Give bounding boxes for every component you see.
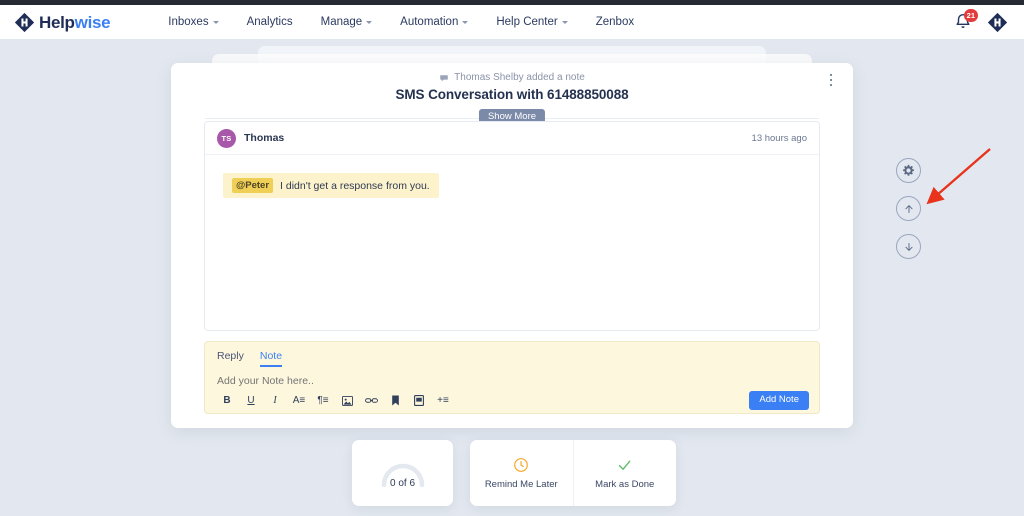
kebab-dot [829, 83, 833, 87]
bold-icon[interactable]: B [215, 391, 239, 411]
kebab-dot [829, 73, 833, 77]
chevron-down-icon [366, 21, 373, 24]
composer-toolbar: B U I A≡ ¶≡ +≡ Add Note [205, 388, 819, 413]
progress-card: 0 of 6 [352, 440, 453, 506]
next-conversation-button[interactable] [896, 234, 921, 259]
account-avatar[interactable] [987, 12, 1008, 33]
app-header: Helpwise Inboxes Analytics Manage Automa… [0, 5, 1024, 40]
conversation-header: Thomas Shelby added a note SMS Conversat… [171, 63, 853, 102]
nav-label-help-center: Help Center [496, 16, 558, 28]
conversation-card: Thomas Shelby added a note SMS Conversat… [171, 63, 853, 428]
conversation-menu-button[interactable] [823, 71, 839, 89]
arrow-up-icon [904, 204, 913, 213]
tab-note[interactable]: Note [259, 350, 283, 367]
arrow-down-icon [904, 242, 913, 251]
saved-reply-icon[interactable] [407, 391, 431, 411]
bookmark-icon[interactable] [383, 391, 407, 411]
chevron-down-icon [462, 21, 469, 24]
nav-item-manage[interactable]: Manage [307, 10, 387, 34]
conversation-stage: Thomas Shelby added a note SMS Conversat… [0, 40, 1024, 516]
side-rail [896, 158, 921, 259]
brand-wordmark: Helpwise [39, 12, 111, 32]
message-author: Thomas [244, 132, 285, 144]
font-size-icon[interactable]: A≡ [287, 391, 311, 411]
nav-label-automation: Automation [400, 16, 459, 28]
clock-icon [514, 457, 529, 472]
nav-item-automation[interactable]: Automation [386, 10, 482, 34]
nav-label-manage: Manage [320, 16, 363, 28]
nav-label-inboxes: Inboxes [168, 16, 209, 28]
note-bubble: @Peter I didn't get a response from you. [223, 173, 439, 199]
header-actions: 21 [953, 9, 1008, 33]
remind-me-later-label: Remind Me Later [484, 478, 558, 490]
notification-badge: 21 [963, 9, 978, 22]
kebab-dot [829, 78, 833, 82]
check-icon [619, 460, 631, 470]
conversation-title: SMS Conversation with 61488850088 [395, 87, 629, 102]
insert-image-icon[interactable] [335, 391, 359, 411]
message-pane: TS Thomas 13 hours ago @Peter I didn't g… [204, 121, 820, 331]
message-timestamp: 13 hours ago [751, 132, 807, 144]
settings-gear-button[interactable] [896, 158, 921, 183]
insert-link-icon[interactable] [359, 391, 383, 411]
message-header: TS Thomas 13 hours ago [205, 122, 819, 155]
add-note-button[interactable]: Add Note [749, 391, 809, 410]
brand-logo[interactable]: Helpwise [14, 12, 111, 33]
paragraph-icon[interactable]: ¶≡ [311, 391, 335, 411]
nav-item-analytics[interactable]: Analytics [233, 10, 307, 34]
progress-label: 0 of 6 [389, 478, 416, 489]
note-text: I didn't get a response from you. [280, 179, 430, 192]
brand-word-accent: wise [74, 12, 111, 32]
nav-label-zenbox: Zenbox [595, 16, 635, 28]
tab-reply[interactable]: Reply [217, 350, 244, 368]
chevron-down-icon [561, 21, 568, 24]
comment-icon [440, 74, 448, 81]
remind-me-later-button[interactable]: Remind Me Later [470, 440, 573, 506]
nav-label-analytics: Analytics [246, 16, 293, 28]
brand-word-dark: Help [39, 12, 75, 32]
note-input[interactable] [205, 367, 819, 387]
bottom-actions-row: 0 of 6 Remind Me Later Mark as Done [352, 440, 676, 506]
avatar: TS [217, 128, 236, 148]
browser-chrome-strip [0, 0, 1024, 5]
chevron-down-icon [212, 21, 219, 24]
add-more-icon[interactable]: +≡ [431, 391, 455, 411]
italic-icon[interactable]: I [263, 391, 287, 411]
note-composer: Reply Note B U I A≡ ¶≡ [204, 341, 820, 414]
mark-as-done-button[interactable]: Mark as Done [572, 440, 677, 506]
notifications-button[interactable]: 21 [953, 9, 978, 32]
gear-icon [903, 164, 914, 176]
nav-item-zenbox[interactable]: Zenbox [582, 10, 648, 34]
message-body: @Peter I didn't get a response from you. [205, 155, 819, 216]
main-nav: Inboxes Analytics Manage Automation Help… [154, 10, 648, 34]
underline-icon[interactable]: U [239, 391, 263, 411]
quick-actions-card: Remind Me Later Mark as Done [470, 440, 676, 506]
conversation-activity: Thomas Shelby added a note [171, 72, 853, 83]
nav-item-inboxes[interactable]: Inboxes [154, 10, 232, 34]
mention-chip[interactable]: @Peter [232, 178, 274, 194]
mark-as-done-label: Mark as Done [595, 478, 655, 490]
composer-tabs: Reply Note [205, 342, 819, 367]
conversation-activity-text: Thomas Shelby added a note [454, 72, 585, 83]
helpwise-avatar-icon [987, 12, 1008, 32]
helpwise-logo-icon [14, 12, 35, 33]
previous-conversation-button[interactable] [896, 196, 921, 221]
nav-item-help-center[interactable]: Help Center [482, 10, 581, 34]
